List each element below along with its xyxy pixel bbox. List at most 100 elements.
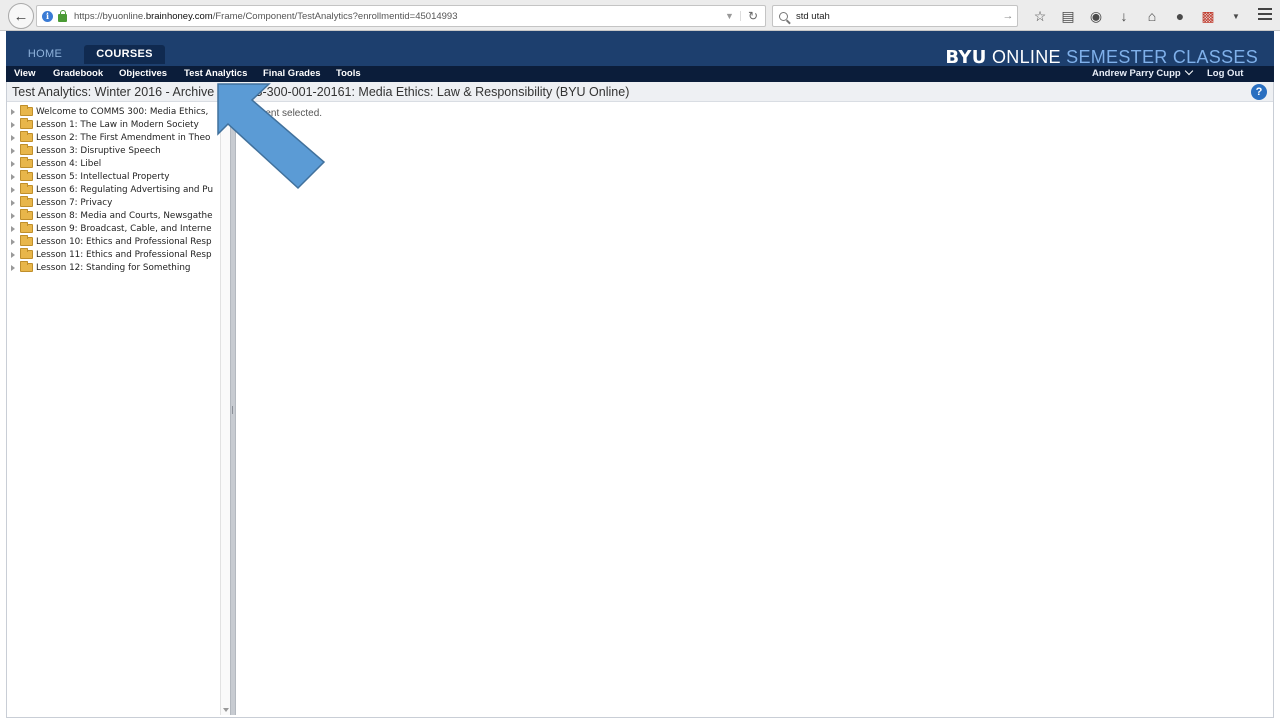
- folder-icon: [20, 144, 33, 155]
- home-icon[interactable]: ⌂: [1138, 8, 1166, 24]
- scroll-down-icon[interactable]: [223, 708, 229, 712]
- folder-icon: [20, 118, 33, 129]
- folder-icon: [20, 222, 33, 233]
- annotation-arrow-icon: [217, 83, 326, 190]
- expand-arrow-icon[interactable]: [11, 160, 15, 167]
- search-go-icon[interactable]: →: [999, 10, 1017, 22]
- tree-item-label: Lesson 8: Media and Courts, Newsgathe: [36, 210, 213, 221]
- brand-byu: BYU: [945, 47, 987, 68]
- expand-arrow-icon[interactable]: [11, 173, 15, 180]
- tree-item-label: Lesson 1: The Law in Modern Society: [36, 119, 199, 130]
- tree-item[interactable]: Lesson 10: Ethics and Professional Resp: [11, 235, 220, 248]
- tree-item-label: Lesson 12: Standing for Something: [36, 262, 191, 273]
- chevron-down-icon: [1184, 66, 1193, 76]
- expand-arrow-icon[interactable]: [11, 212, 15, 219]
- brand-logo: BYU ONLINE SEMESTER CLASSES: [945, 47, 1258, 68]
- user-name: Andrew Parry Cupp: [1092, 68, 1181, 79]
- expand-arrow-icon[interactable]: [11, 199, 15, 206]
- expand-arrow-icon[interactable]: [11, 251, 15, 258]
- expand-arrow-icon[interactable]: [11, 108, 15, 115]
- nav-view[interactable]: View: [14, 66, 35, 82]
- tree-item[interactable]: Lesson 12: Standing for Something: [11, 261, 220, 274]
- folder-icon: [20, 170, 33, 181]
- tree-item-label: Lesson 5: Intellectual Property: [36, 171, 170, 182]
- tree-item[interactable]: Lesson 2: The First Amendment in Theo: [11, 131, 220, 144]
- tree-item[interactable]: Lesson 8: Media and Courts, Newsgathe: [11, 209, 220, 222]
- lesson-tree: Welcome to COMMS 300: Media Ethics, Less…: [7, 103, 220, 715]
- search-icon: [779, 11, 788, 21]
- hamburger-menu-icon[interactable]: [1258, 8, 1272, 20]
- tree-item[interactable]: Lesson 3: Disruptive Speech: [11, 144, 220, 157]
- tree-item[interactable]: Lesson 1: The Law in Modern Society: [11, 118, 220, 131]
- folder-icon: [20, 157, 33, 168]
- bookmark-star-icon[interactable]: ☆: [1026, 8, 1054, 25]
- brand-online: ONLINE: [992, 47, 1061, 67]
- folder-icon: [20, 183, 33, 194]
- title-bar: Test Analytics: Winter 2016 - Archive S-3…: [7, 82, 1273, 102]
- nav-final-grades[interactable]: Final Grades: [263, 66, 321, 82]
- tree-item-label: Lesson 3: Disruptive Speech: [36, 145, 161, 156]
- nav-tools[interactable]: Tools: [336, 66, 361, 82]
- folder-icon: [20, 248, 33, 259]
- addon-dropdown-icon[interactable]: ▼: [1222, 12, 1250, 21]
- tab-home[interactable]: HOME: [20, 45, 70, 64]
- search-input[interactable]: std utah: [796, 11, 999, 22]
- tree-item[interactable]: Lesson 6: Regulating Advertising and Pu: [11, 183, 220, 196]
- tree-item-label: Lesson 10: Ethics and Professional Resp: [36, 236, 212, 247]
- folder-icon: [20, 131, 33, 142]
- tree-item-label: Lesson 7: Privacy: [36, 197, 113, 208]
- tree-item[interactable]: Lesson 4: Libel: [11, 157, 220, 170]
- tree-item-label: Welcome to COMMS 300: Media Ethics,: [36, 106, 209, 117]
- tree-item[interactable]: Lesson 9: Broadcast, Cable, and Interne: [11, 222, 220, 235]
- download-icon[interactable]: ↓: [1110, 8, 1138, 24]
- url-text[interactable]: https://byuonline.brainhoney.com/Frame/C…: [74, 11, 719, 22]
- tree-item[interactable]: Welcome to COMMS 300: Media Ethics,: [11, 105, 220, 118]
- expand-arrow-icon[interactable]: [11, 134, 15, 141]
- browser-toolbar-icons: ☆ ▤ ◉ ↓ ⌂ ● ▩ ▼: [1026, 5, 1250, 27]
- brand-semester: SEMESTER CLASSES: [1066, 47, 1258, 67]
- folder-icon: [20, 235, 33, 246]
- expand-arrow-icon[interactable]: [11, 264, 15, 271]
- splitter-grip-icon[interactable]: [232, 406, 234, 414]
- tree-item[interactable]: Lesson 5: Intellectual Property: [11, 170, 220, 183]
- tree-item[interactable]: Lesson 7: Privacy: [11, 196, 220, 209]
- info-icon[interactable]: i: [42, 10, 53, 22]
- browser-toolbar: ← i https://byuonline.brainhoney.com/Fra…: [0, 0, 1280, 31]
- help-icon[interactable]: ?: [1251, 84, 1267, 100]
- tree-item-label: Lesson 2: The First Amendment in Theo: [36, 132, 211, 143]
- nav-gradebook[interactable]: Gradebook: [53, 66, 103, 82]
- lock-icon[interactable]: [58, 9, 67, 22]
- addon-icon[interactable]: ▩: [1194, 8, 1222, 25]
- tree-item-label: Lesson 9: Broadcast, Cable, and Interne: [36, 223, 212, 234]
- chat-icon[interactable]: ●: [1166, 8, 1194, 24]
- logout-link[interactable]: Log Out: [1207, 66, 1243, 82]
- reload-icon[interactable]: ↻: [741, 9, 765, 23]
- address-bar[interactable]: i https://byuonline.brainhoney.com/Frame…: [36, 5, 766, 27]
- page-title-left: Test Analytics: Winter 2016 - Archive: [12, 85, 215, 99]
- folder-icon: [20, 196, 33, 207]
- content-frame: Test Analytics: Winter 2016 - Archive S-3…: [6, 82, 1274, 718]
- user-menu[interactable]: Andrew Parry Cupp: [1092, 66, 1193, 82]
- search-bar[interactable]: std utah →: [772, 5, 1018, 27]
- expand-arrow-icon[interactable]: [11, 238, 15, 245]
- expand-arrow-icon[interactable]: [11, 225, 15, 232]
- folder-icon: [20, 105, 33, 116]
- folder-icon: [20, 261, 33, 272]
- reading-list-icon[interactable]: ▤: [1054, 8, 1082, 25]
- tree-item-label: Lesson 6: Regulating Advertising and Pu: [36, 184, 214, 195]
- folder-icon: [20, 209, 33, 220]
- tree-item-label: Lesson 4: Libel: [36, 158, 102, 169]
- pocket-icon[interactable]: ◉: [1082, 8, 1110, 25]
- back-icon[interactable]: ←: [8, 3, 34, 29]
- tree-item-label: Lesson 11: Ethics and Professional Resp: [36, 249, 212, 260]
- nav-test-analytics[interactable]: Test Analytics: [184, 66, 247, 82]
- expand-arrow-icon[interactable]: [11, 147, 15, 154]
- lms-header: HOME COURSES BYU ONLINE SEMESTER CLASSES: [6, 31, 1274, 68]
- tab-courses[interactable]: COURSES: [84, 45, 165, 64]
- tree-item[interactable]: Lesson 11: Ethics and Professional Resp: [11, 248, 220, 261]
- expand-arrow-icon[interactable]: [11, 186, 15, 193]
- url-dropdown-icon[interactable]: ▼: [719, 11, 741, 21]
- course-nav: View Gradebook Objectives Test Analytics…: [6, 66, 1274, 82]
- expand-arrow-icon[interactable]: [11, 121, 15, 128]
- nav-objectives[interactable]: Objectives: [119, 66, 167, 82]
